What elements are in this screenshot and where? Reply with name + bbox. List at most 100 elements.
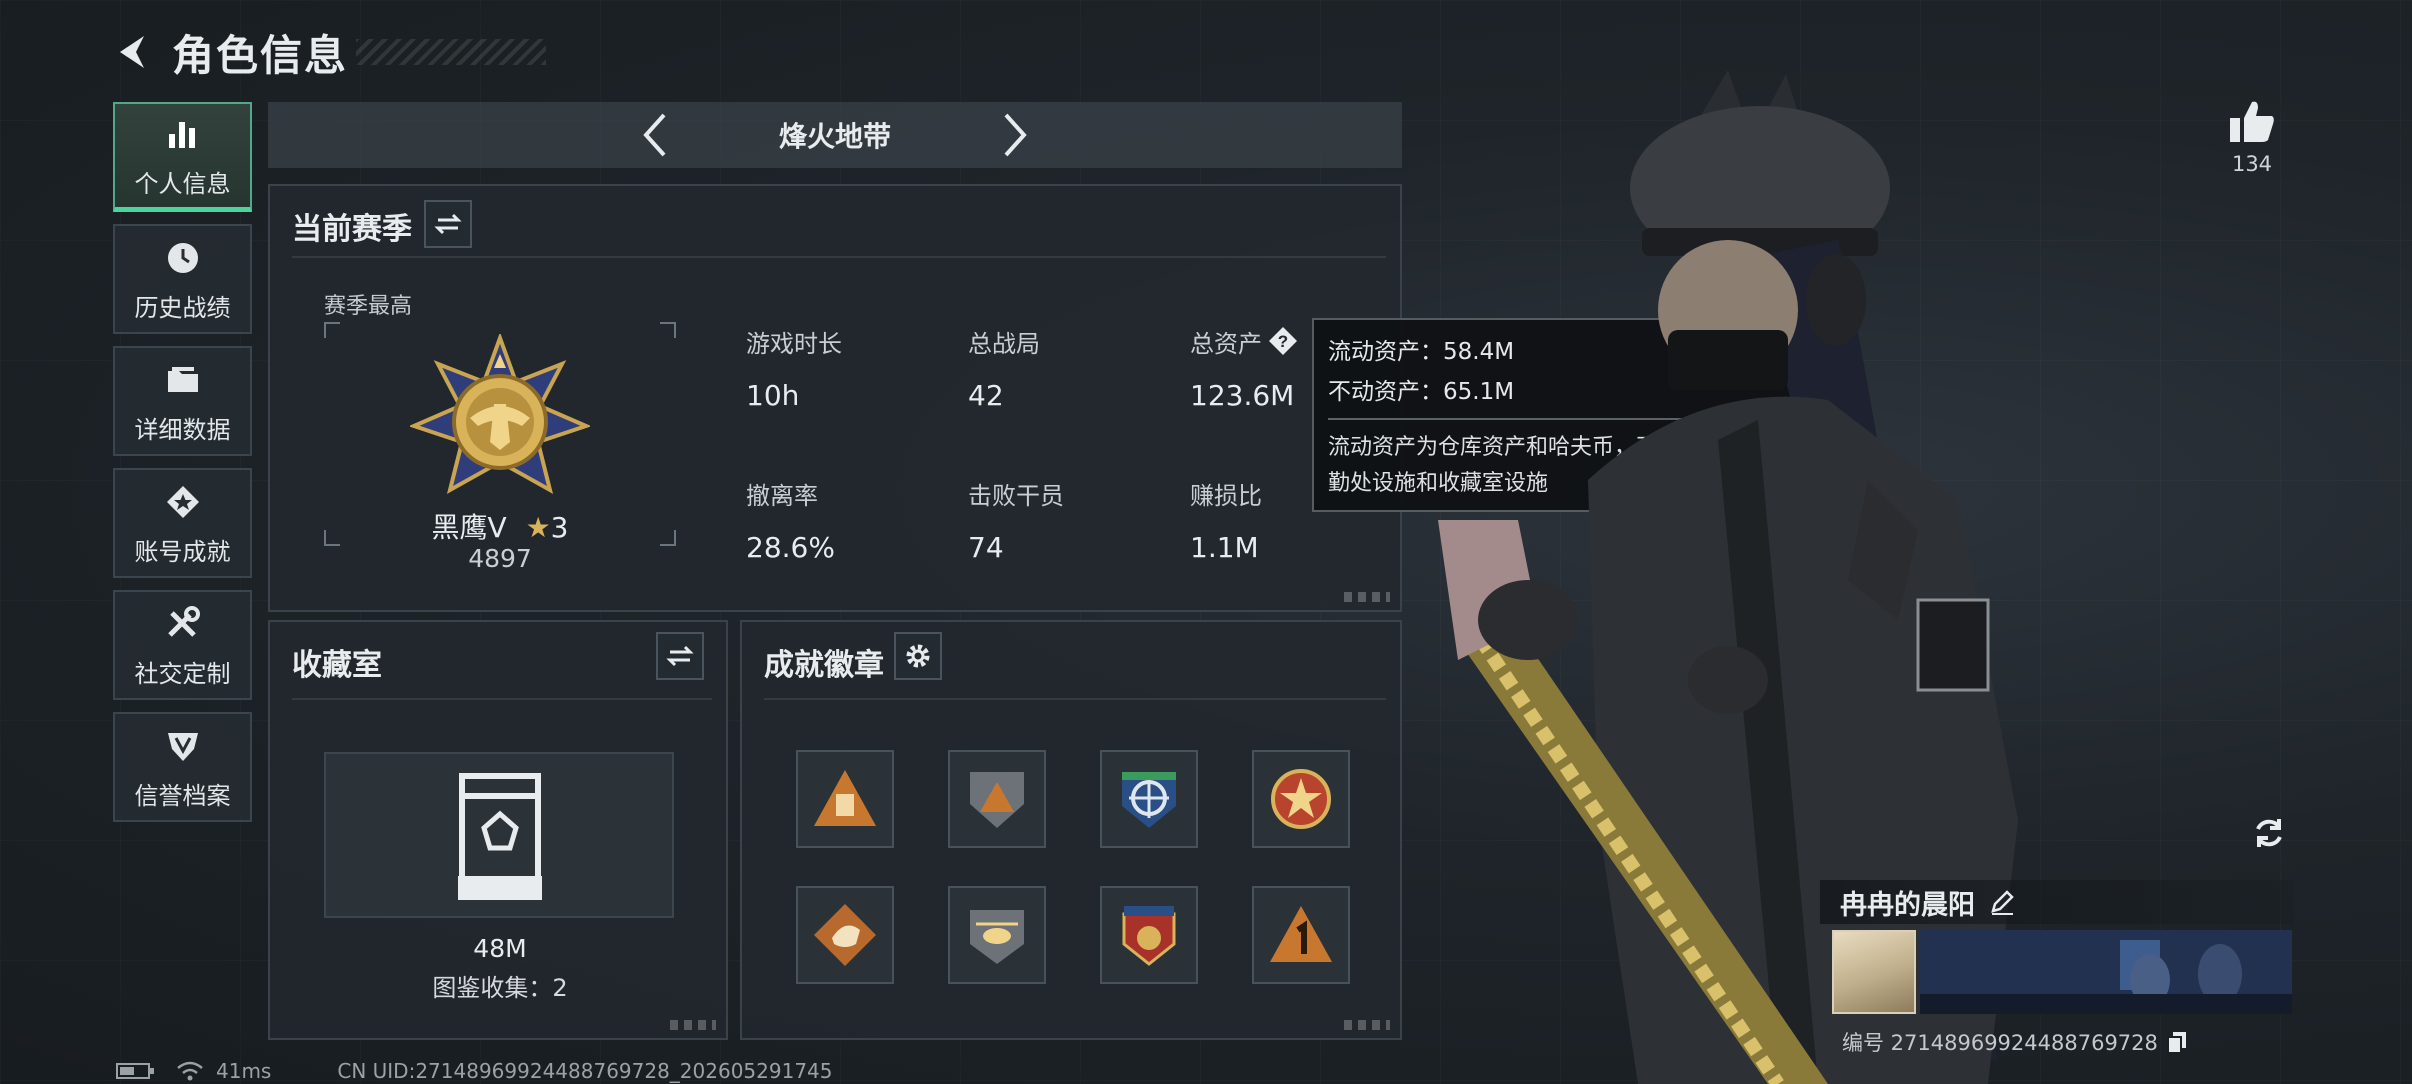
- back-button[interactable]: [110, 28, 158, 76]
- sidebar-item-label: 账号成就: [134, 537, 231, 566]
- stat-label-text: 总资产: [1190, 330, 1262, 358]
- copy-id-button[interactable]: [2164, 1029, 2190, 1055]
- season-title: 当前赛季: [292, 212, 412, 247]
- badge-star-circle[interactable]: [1252, 750, 1350, 848]
- vault-door-icon: [458, 773, 542, 900]
- avatar[interactable]: [1832, 930, 1916, 1014]
- stat-label: 赚损比: [1190, 482, 1262, 510]
- like-button[interactable]: [2222, 98, 2282, 144]
- collection-room-panel: 收藏室 48M 图鉴收集：2: [268, 620, 728, 1040]
- stat-label: 总战局: [968, 330, 1040, 358]
- crosshair-badge-icon: [1122, 772, 1176, 828]
- player-name: 冉冉的晨阳: [1840, 889, 1975, 921]
- mode-name: 烽火地带: [778, 120, 891, 153]
- tools-icon: [161, 602, 205, 646]
- stat-value: 28.6%: [746, 531, 835, 564]
- like-count: 134: [2231, 152, 2273, 176]
- collection-count: 图鉴收集：2: [432, 974, 568, 1002]
- stat-label: 总资产?: [1190, 324, 1298, 359]
- thumbs-up-icon: [2230, 101, 2274, 142]
- achievement-star-icon: [161, 480, 205, 524]
- gear-icon: [906, 644, 930, 668]
- collection-value: 48M: [473, 934, 527, 963]
- stat-operators-defeated: 击败干员 74: [968, 476, 1064, 564]
- rank-medal-icon: [410, 334, 590, 495]
- latency: 41ms: [216, 1059, 272, 1083]
- season-switch-button[interactable]: [424, 200, 472, 248]
- star-circle-badge-icon: [1271, 769, 1331, 829]
- profile-banner[interactable]: [1920, 930, 2292, 1014]
- chevron-right-icon: [1004, 113, 1027, 157]
- number-one-triangle-badge-icon: [1270, 906, 1332, 962]
- sidebar-item-credit[interactable]: 信誉档案: [113, 712, 252, 822]
- stat-value: 74: [968, 531, 1004, 564]
- sidebar-item-detailed-data[interactable]: 详细数据: [113, 346, 252, 456]
- history-clock-icon: [161, 236, 205, 280]
- stat-profit-loss-ratio: 赚损比 1.1M: [1190, 476, 1262, 564]
- badge-helicopter[interactable]: [948, 886, 1046, 984]
- rank-score: 4897: [468, 544, 532, 573]
- page-title: 角色信息: [172, 30, 349, 80]
- sidebar-item-label: 个人信息: [134, 170, 231, 198]
- tiger-diamond-badge-icon: [814, 904, 876, 966]
- chevron-left-icon: [643, 113, 666, 157]
- star-icon: ★: [525, 511, 551, 544]
- stat-label: 击败干员: [968, 482, 1064, 510]
- panel-corner-decoration: [1344, 1020, 1390, 1030]
- wifi-icon: [177, 1061, 203, 1081]
- badge-number-one-triangle[interactable]: [1252, 886, 1350, 984]
- stat-total-matches: 总战局 42: [968, 324, 1040, 412]
- sidebar-item-label: 历史战绩: [134, 293, 231, 322]
- player-images: [1832, 930, 2294, 1014]
- status-bar: 41ms CN UID:2714896992448876972​8_202605…: [116, 1058, 833, 1084]
- badges-title: 成就徽章: [764, 648, 884, 683]
- badges-settings-button[interactable]: [894, 632, 942, 680]
- player-card: 冉冉的晨阳 编号 2714896992448876972​8: [1820, 880, 2294, 1056]
- stat-total-assets: 总资产? 123.6M: [1190, 324, 1298, 412]
- badge-stars-shield[interactable]: [1100, 886, 1198, 984]
- badge-crosshair[interactable]: [1100, 750, 1198, 848]
- mode-prev-button[interactable]: [625, 105, 685, 165]
- title-decoration: [356, 39, 547, 65]
- shield-mountain-badge-icon: [970, 772, 1024, 828]
- refresh-button[interactable]: [2246, 810, 2292, 856]
- sidebar-item-history[interactable]: 历史战绩: [113, 224, 252, 334]
- sidebar-item-label: 社交定制: [134, 659, 231, 688]
- collection-switch-button[interactable]: [656, 632, 704, 680]
- badge-triangle-supply[interactable]: [796, 750, 894, 848]
- sidebar-nav: 个人信息 历史战绩 详细数据 账号成就 社交定制 信誉档案: [113, 102, 253, 834]
- stat-value: 42: [968, 379, 1004, 412]
- svg-text:?: ?: [1278, 332, 1288, 351]
- sidebar-item-label: 信誉档案: [134, 781, 231, 810]
- badge-tiger-diamond[interactable]: [796, 886, 894, 984]
- sidebar-item-personal-info[interactable]: 个人信息: [113, 102, 252, 212]
- panel-corner-decoration: [1344, 592, 1390, 602]
- sidebar-item-label: 详细数据: [134, 415, 231, 444]
- refresh-icon: [2256, 819, 2282, 847]
- help-icon[interactable]: ?: [1268, 326, 1298, 356]
- divider: [292, 698, 712, 700]
- divider: [764, 698, 1386, 700]
- sidebar-item-achievements[interactable]: 账号成就: [113, 468, 252, 578]
- battery-icon: [116, 1063, 154, 1079]
- stat-value: 123.6M: [1190, 379, 1295, 412]
- achievement-badges-panel: 成就徽章: [740, 620, 1402, 1040]
- back-arrow-icon: [120, 36, 144, 68]
- edit-name-button[interactable]: [1985, 885, 2019, 919]
- panel-corner-decoration: [670, 1020, 716, 1030]
- sidebar-item-social[interactable]: 社交定制: [113, 590, 252, 700]
- player-id-row: 编号 2714896992448876972​8: [1842, 1028, 2294, 1056]
- swap-icon: [434, 213, 462, 235]
- stat-label: 撤离率: [746, 482, 818, 510]
- bar-chart-icon: [161, 112, 205, 156]
- season-best-label: 赛季最高: [324, 294, 413, 319]
- mode-next-button[interactable]: [985, 105, 1045, 165]
- collection-room-preview[interactable]: [324, 752, 674, 918]
- helicopter-badge-icon: [970, 910, 1024, 964]
- stat-label: 游戏时长: [746, 330, 842, 358]
- page-header: 角色信息: [110, 22, 547, 82]
- folder-icon: [161, 358, 205, 402]
- uid-text: CN UID:2714896992448876972​8_20260529174…: [337, 1059, 833, 1083]
- pencil-icon: [1991, 890, 2014, 915]
- badge-shield-mountain[interactable]: [948, 750, 1046, 848]
